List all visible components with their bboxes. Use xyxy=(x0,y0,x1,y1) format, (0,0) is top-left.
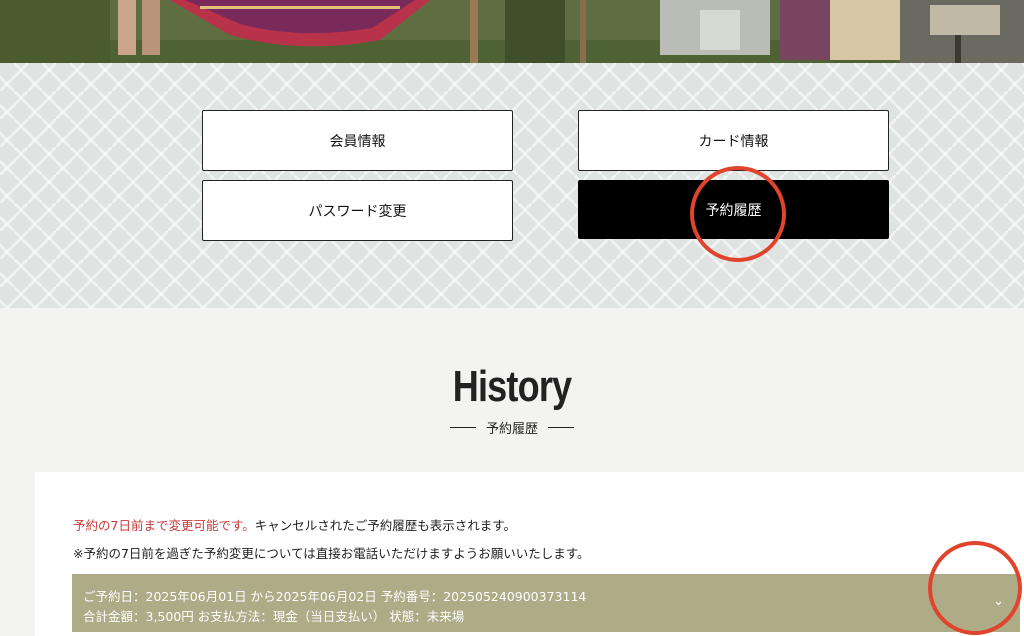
subtitle-dash-right xyxy=(548,427,574,428)
page-subtitle: 予約履歴 xyxy=(0,418,1024,437)
reservation-date-number: ご予約日：2025年06月01日 から2025年06月02日 予約番号：2025… xyxy=(83,589,587,604)
hero-image xyxy=(0,0,1024,63)
notice-line-2: ※予約の7日前を過ぎた予約変更については直接お電話いただけますようお願いいたしま… xyxy=(73,546,590,561)
cancel-history-notice: キャンセルされたご予約履歴も表示されます。 xyxy=(254,518,516,533)
page-title: History xyxy=(452,362,572,411)
reservation-payment-status: 合計金額：3,500円 お支払方法：現金（当日支払い） 状態：未来場 xyxy=(83,609,465,624)
reservation-history-button[interactable]: 予約履歴 xyxy=(578,180,889,239)
subtitle-dash-left xyxy=(449,427,476,428)
password-change-button[interactable]: パスワード変更 xyxy=(202,180,513,241)
member-info-button[interactable]: 会員情報 xyxy=(202,110,513,171)
card-info-button[interactable]: カード情報 xyxy=(578,110,889,171)
change-deadline-notice: 予約の7日前まで変更可能です。 xyxy=(73,518,255,533)
reservation-item[interactable]: ご予約日：2025年06月01日 から2025年06月02日 予約番号：2025… xyxy=(72,574,1020,632)
subtitle-text: 予約履歴 xyxy=(485,422,538,437)
notice-line-1: 予約の7日前まで変更可能です。キャンセルされたご予約履歴も表示されます。 xyxy=(73,515,516,534)
chevron-down-icon[interactable]: ⌄ xyxy=(993,594,1004,609)
